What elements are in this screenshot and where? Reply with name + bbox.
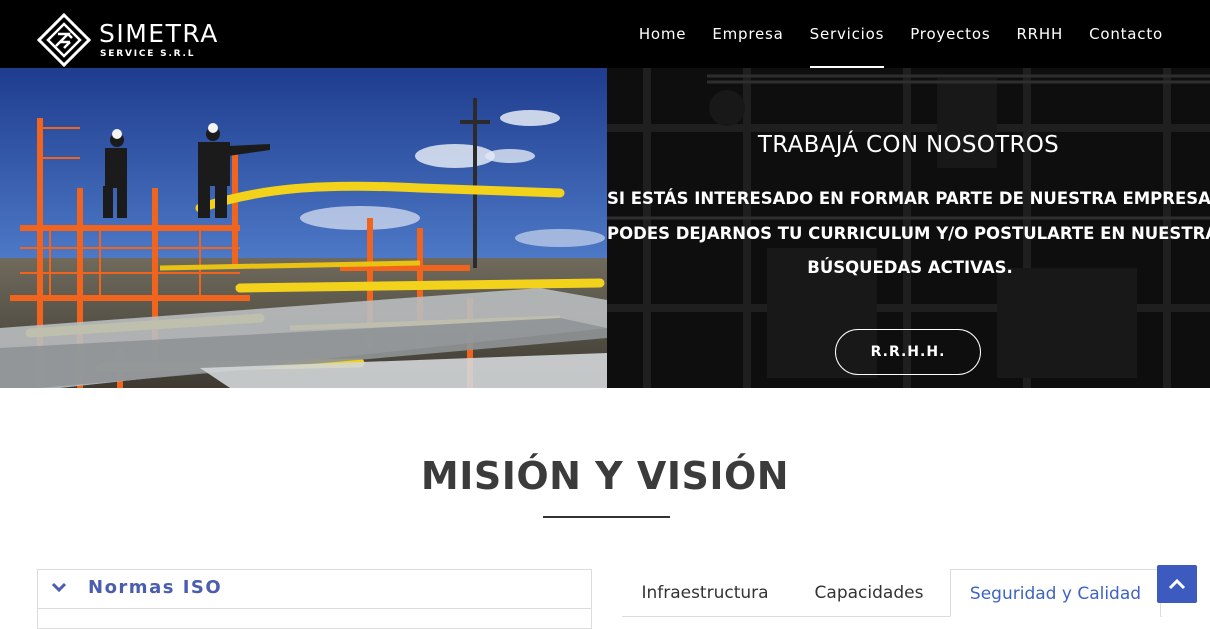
nav-item-rrhh[interactable]: RRHH [1003, 0, 1076, 68]
hero-title: TRABAJÁ CON NOSOTROS [757, 132, 1060, 158]
nav-item-home[interactable]: Home [626, 0, 700, 68]
section-title: MISIÓN Y VISIÓN [420, 454, 790, 498]
tab-infraestructura[interactable]: Infraestructura [622, 569, 788, 617]
brand-logo[interactable]: SIMETRA SERVICE S.R.L [37, 13, 237, 69]
nav-item-contacto[interactable]: Contacto [1076, 0, 1176, 68]
nav-item-proyectos[interactable]: Proyectos [897, 0, 1003, 68]
hero-body: SI ESTÁS INTERESADO EN FORMAR PARTE DE N… [607, 182, 1210, 286]
accordion-title: Normas ISO [88, 577, 223, 598]
accordion-normas-iso: Normas ISO [37, 569, 592, 629]
hero-body-line: SI ESTÁS INTERESADO EN FORMAR PARTE DE N… [607, 189, 1210, 208]
accordion-header[interactable]: Normas ISO [38, 570, 591, 609]
nav-item-servicios[interactable]: Servicios [797, 0, 898, 68]
chevron-up-icon [1168, 578, 1186, 590]
tabs-bar: Infraestructura Capacidades Seguridad y … [622, 569, 1162, 618]
section-divider [543, 516, 670, 518]
hero-text-block: TRABAJÁ CON NOSOTROS SI ESTÁS INTERESADO… [607, 68, 1210, 388]
diamond-logo-icon [37, 13, 91, 67]
chevron-down-icon [51, 582, 67, 593]
hero-body-line: PODES DEJARNOS TU CURRICULUM Y/O POSTULA… [607, 223, 1210, 243]
hero-body-line: BÚSQUEDAS ACTIVAS. [807, 258, 1013, 277]
nav-item-empresa[interactable]: Empresa [699, 0, 796, 68]
tab-seguridad-y-calidad[interactable]: Seguridad y Calidad [950, 569, 1161, 617]
industrial-plant-image [0, 68, 607, 388]
scroll-to-top-button[interactable] [1157, 565, 1197, 603]
site-header: SIMETRA SERVICE S.R.L Home Empresa Servi… [0, 0, 1210, 68]
trabaja-con-nosotros-panel: TRABAJÁ CON NOSOTROS SI ESTÁS INTERESADO… [607, 68, 1210, 388]
brand-subtitle: SERVICE S.R.L [100, 49, 196, 59]
hero-banner: TRABAJÁ CON NOSOTROS SI ESTÁS INTERESADO… [0, 68, 1210, 388]
rrhh-button[interactable]: R.R.H.H. [835, 329, 981, 375]
tab-capacidades[interactable]: Capacidades [788, 569, 950, 617]
brand-name: SIMETRA [99, 19, 219, 48]
main-nav: Home Empresa Servicios Proyectos RRHH Co… [626, 0, 1176, 68]
